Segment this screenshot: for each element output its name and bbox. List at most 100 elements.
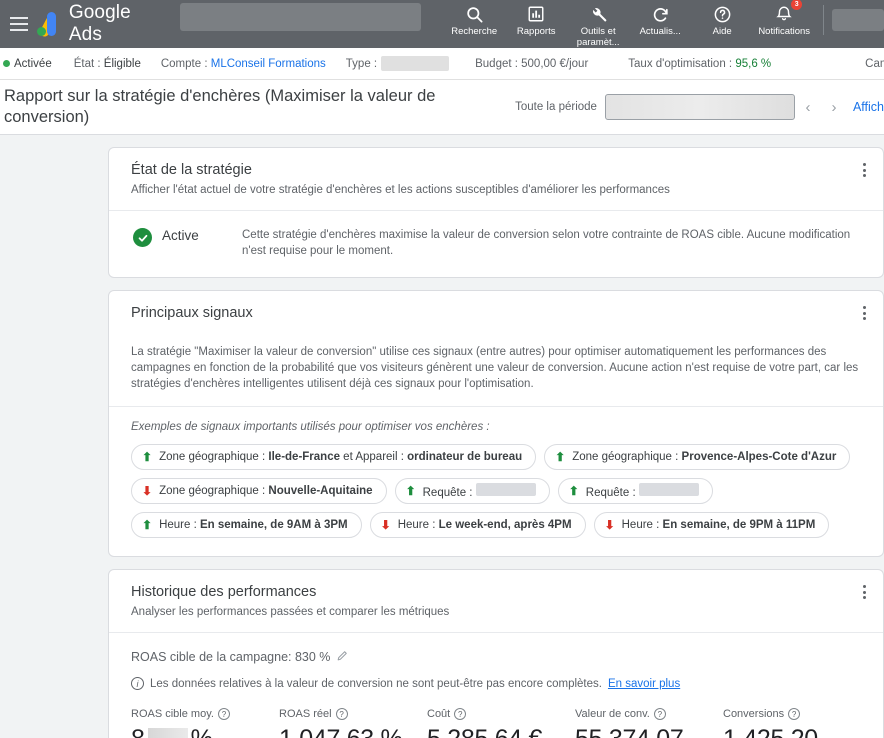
next-period-button[interactable]: › — [821, 94, 847, 120]
prev-period-button[interactable]: ‹ — [795, 94, 821, 120]
more-options-icon[interactable] — [853, 302, 875, 324]
metric-label: Valeur de conv. — [575, 708, 650, 720]
date-range-controls: Toute la période ‹ › Affich — [515, 94, 884, 120]
strategy-status-description: Cette stratégie d'enchères maximise la v… — [242, 229, 851, 257]
compte-value-link[interactable]: MLConseil Formations — [211, 58, 326, 70]
campagne-label: Campag — [865, 57, 884, 70]
campagne-field-cut: Campag — [865, 58, 884, 70]
campaign-status-bar: Activée État : Éligible Compte : MLConse… — [0, 48, 884, 80]
signal-chip[interactable]: ⬇ Zone géographique : Nouvelle-Aquitaine — [131, 478, 387, 504]
optimisation-field: Taux d'optimisation : 95,6 % — [628, 58, 771, 70]
nav-recherche[interactable]: Recherche — [443, 0, 505, 37]
signal-chip-label: Zone géographique : Ile-de-France et App… — [159, 451, 523, 463]
nav-outils-parametres[interactable]: Outils et paramèt... — [567, 0, 629, 48]
date-range-input-redacted[interactable] — [604, 94, 795, 120]
signals-description: La stratégie "Maximiser la valeur de con… — [109, 330, 883, 407]
more-options-icon[interactable] — [853, 581, 875, 603]
signal-chip[interactable]: ⬆ Requête : — [394, 478, 550, 504]
nav-actualisation[interactable]: Actualis... — [629, 0, 691, 37]
brand-title: Google Ads — [68, 2, 131, 45]
arrow-down-icon: ⬇ — [142, 484, 153, 498]
budget-field: Budget : 500,00 €/jour — [475, 58, 588, 70]
signal-chip[interactable]: ⬆ Requête : — [557, 478, 713, 504]
signal-chip-label: Zone géographique : Provence-Alpes-Cote … — [572, 451, 837, 463]
signal-chip-label: Heure : Le week-end, après 4PM — [397, 519, 572, 531]
edit-pencil-icon[interactable] — [336, 649, 349, 665]
metric-label-row: ROAS réel? — [279, 708, 427, 720]
etat-label: État : — [73, 57, 101, 70]
top-nav-icons: Recherche Rapports Outils et paramèt... — [443, 0, 815, 48]
notification-badge: 3 — [791, 0, 803, 10]
nav-notifications[interactable]: 3 Notifications — [753, 0, 815, 37]
check-circle-icon — [133, 228, 152, 247]
nav-aide[interactable]: Aide — [691, 0, 753, 37]
card-subtitle: Afficher l'état actuel de votre stratégi… — [131, 184, 670, 196]
optimisation-label: Taux d'optimisation : — [628, 57, 733, 70]
metric-label: ROAS cible moy. — [131, 708, 214, 720]
avatar[interactable] — [832, 9, 884, 31]
strategy-status-word: Active — [162, 228, 199, 243]
card-signals: Principaux signaux La stratégie "Maximis… — [108, 290, 884, 557]
metric-value: 1 425,20 — [723, 725, 871, 738]
card-performance-history: Historique des performances Analyser les… — [108, 569, 884, 738]
metric-label-row: Valeur de conv.? — [575, 708, 723, 720]
card-header: Principaux signaux — [109, 291, 883, 330]
ads-mark-icon — [36, 12, 60, 39]
type-value-redacted — [381, 56, 450, 71]
metrics-row: ROAS cible moy.?8%ROAS réel?1 047,63 %Co… — [131, 708, 861, 738]
more-options-icon[interactable] — [853, 159, 875, 181]
account-selector-redacted[interactable] — [180, 3, 422, 31]
google-ads-logo[interactable]: Google Ads — [32, 0, 160, 48]
signals-examples-label: Exemples de signaux importants utilisés … — [131, 421, 490, 433]
notice-text: Les données relatives à la valeur de con… — [150, 677, 602, 690]
signal-chip[interactable]: ⬆ Heure : En semaine, de 9AM à 3PM — [131, 512, 362, 538]
metric-label-row: Coût? — [427, 708, 575, 720]
card-title: Historique des performances — [131, 584, 317, 600]
budget-value: Budget : 500,00 €/jour — [475, 57, 589, 70]
header-divider — [823, 5, 825, 35]
performance-body: ROAS cible de la campagne: 830 % i Les d… — [109, 633, 883, 738]
status-dot-icon — [3, 60, 10, 67]
hamburger-icon[interactable] — [0, 0, 32, 48]
page-title: Rapport sur la stratégie d'enchères (Max… — [4, 87, 436, 126]
arrow-up-icon: ⬆ — [555, 450, 566, 464]
metric-label: Conversions — [723, 708, 785, 720]
refresh-icon — [651, 4, 670, 24]
nav-label: Notifications — [758, 26, 811, 37]
metric-value: 5 285,64 € — [427, 725, 575, 738]
help-tooltip-icon[interactable]: ? — [653, 708, 666, 720]
arrow-up-icon: ⬆ — [142, 518, 153, 532]
signal-chip[interactable]: ⬆ Zone géographique : Provence-Alpes-Cote… — [544, 444, 851, 470]
nav-label: Recherche — [451, 26, 498, 37]
chart-icon — [527, 4, 545, 24]
metric-card: Coût? 5 285,64 € — [427, 708, 575, 738]
type-field: Type : — [346, 56, 450, 71]
metric-card: Valeur de conv.? 55 374,07 — [575, 708, 723, 738]
help-tooltip-icon[interactable]: ? — [335, 708, 348, 720]
signal-chip[interactable]: ⬇ Heure : En semaine, de 9PM à 11PM — [593, 512, 830, 538]
nav-rapports[interactable]: Rapports — [505, 0, 567, 37]
signal-chip-label: Requête : — [586, 483, 699, 499]
main-content: État de la stratégie Afficher l'état act… — [0, 135, 884, 738]
help-tooltip-icon[interactable]: ? — [454, 708, 467, 720]
learn-more-link[interactable]: En savoir plus — [608, 678, 680, 690]
optimisation-value: 95,6 % — [735, 57, 772, 70]
signal-chip-label: Heure : En semaine, de 9PM à 11PM — [621, 519, 816, 531]
roas-target-row: ROAS cible de la campagne: 830 % — [131, 649, 861, 665]
help-tooltip-icon[interactable]: ? — [788, 708, 801, 720]
metric-card: ROAS réel? 1 047,63 % — [279, 708, 427, 738]
roas-target-text: ROAS cible de la campagne: 830 % — [131, 650, 331, 664]
signal-chip[interactable]: ⬇ Heure : Le week-end, après 4PM — [369, 512, 586, 538]
help-tooltip-icon[interactable]: ? — [217, 708, 230, 720]
metric-label-row: Conversions? — [723, 708, 871, 720]
metric-card: Conversions? 1 425,20 — [723, 708, 871, 738]
signals-chips-area: Exemples de signaux importants utilisés … — [109, 407, 883, 556]
nav-label: Rapports — [516, 26, 556, 37]
metric-value-redacted — [147, 727, 188, 738]
signal-chip[interactable]: ⬆ Zone géographique : Ile-de-France et Ap… — [131, 444, 537, 470]
nav-label: Aide — [712, 26, 732, 37]
arrow-down-icon: ⬇ — [604, 518, 615, 532]
card-title: Principaux signaux — [131, 305, 253, 321]
show-link[interactable]: Affich — [853, 100, 884, 114]
search-icon — [465, 4, 484, 24]
